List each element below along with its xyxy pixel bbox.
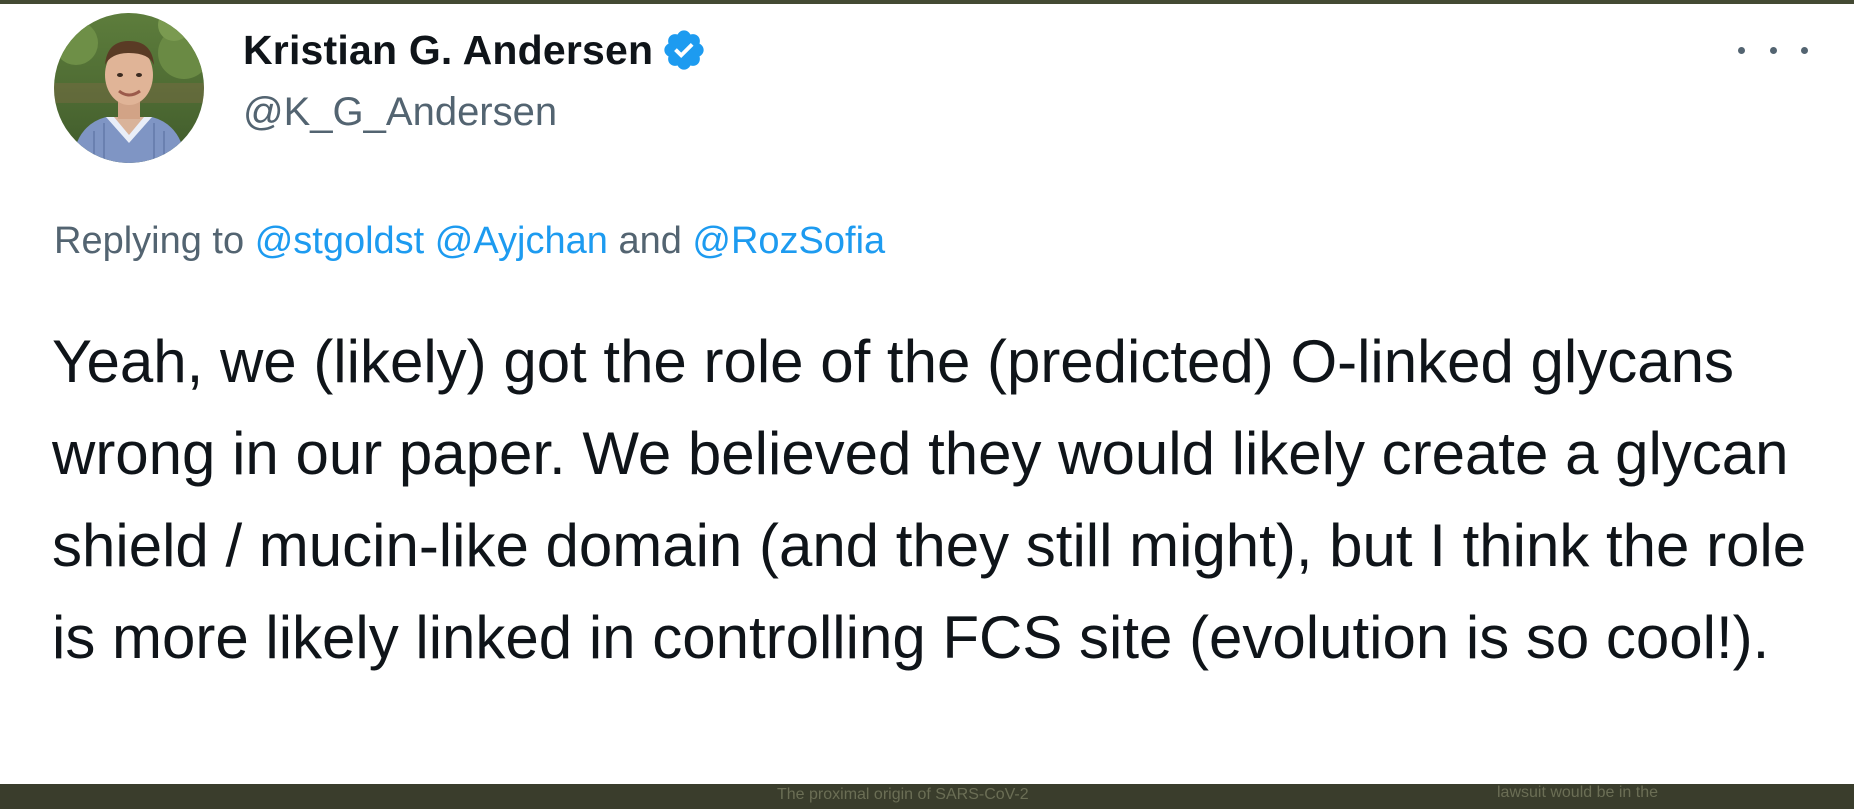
author-display-name[interactable]: Kristian G. Andersen [243, 27, 653, 74]
verified-badge-icon [661, 27, 707, 73]
mention-link[interactable]: @Ayjchan [435, 220, 608, 262]
background-bleed-text: The proximal origin of SARS-CoV-2 [777, 786, 1029, 803]
bottom-background-strip: The proximal origin of SARS-CoV-2 lawsui… [0, 784, 1854, 809]
background-bleed-text: lawsuit would be in the [1497, 784, 1658, 801]
author-name-row[interactable]: Kristian G. Andersen [243, 24, 707, 76]
more-options-button[interactable] [1738, 26, 1808, 74]
mention-link[interactable]: @RozSofia [692, 220, 885, 262]
reply-context: Replying to @stgoldst @Ayjchan and @RozS… [54, 220, 885, 263]
more-horizontal-icon-dot [1801, 46, 1808, 54]
reply-conjunction: and [618, 220, 682, 262]
reply-prefix: Replying to [54, 220, 245, 262]
more-horizontal-icon [1738, 46, 1745, 54]
author-handle[interactable]: @K_G_Andersen [243, 90, 557, 135]
avatar[interactable] [54, 13, 204, 163]
tweet-card: Kristian G. Andersen @K_G_Andersen Reply… [0, 4, 1854, 784]
more-horizontal-icon-dot [1769, 46, 1777, 54]
tweet-text: Yeah, we (likely) got the role of the (p… [52, 328, 1807, 671]
profile-photo-icon [54, 13, 204, 163]
mention-link[interactable]: @stgoldst [255, 220, 425, 262]
